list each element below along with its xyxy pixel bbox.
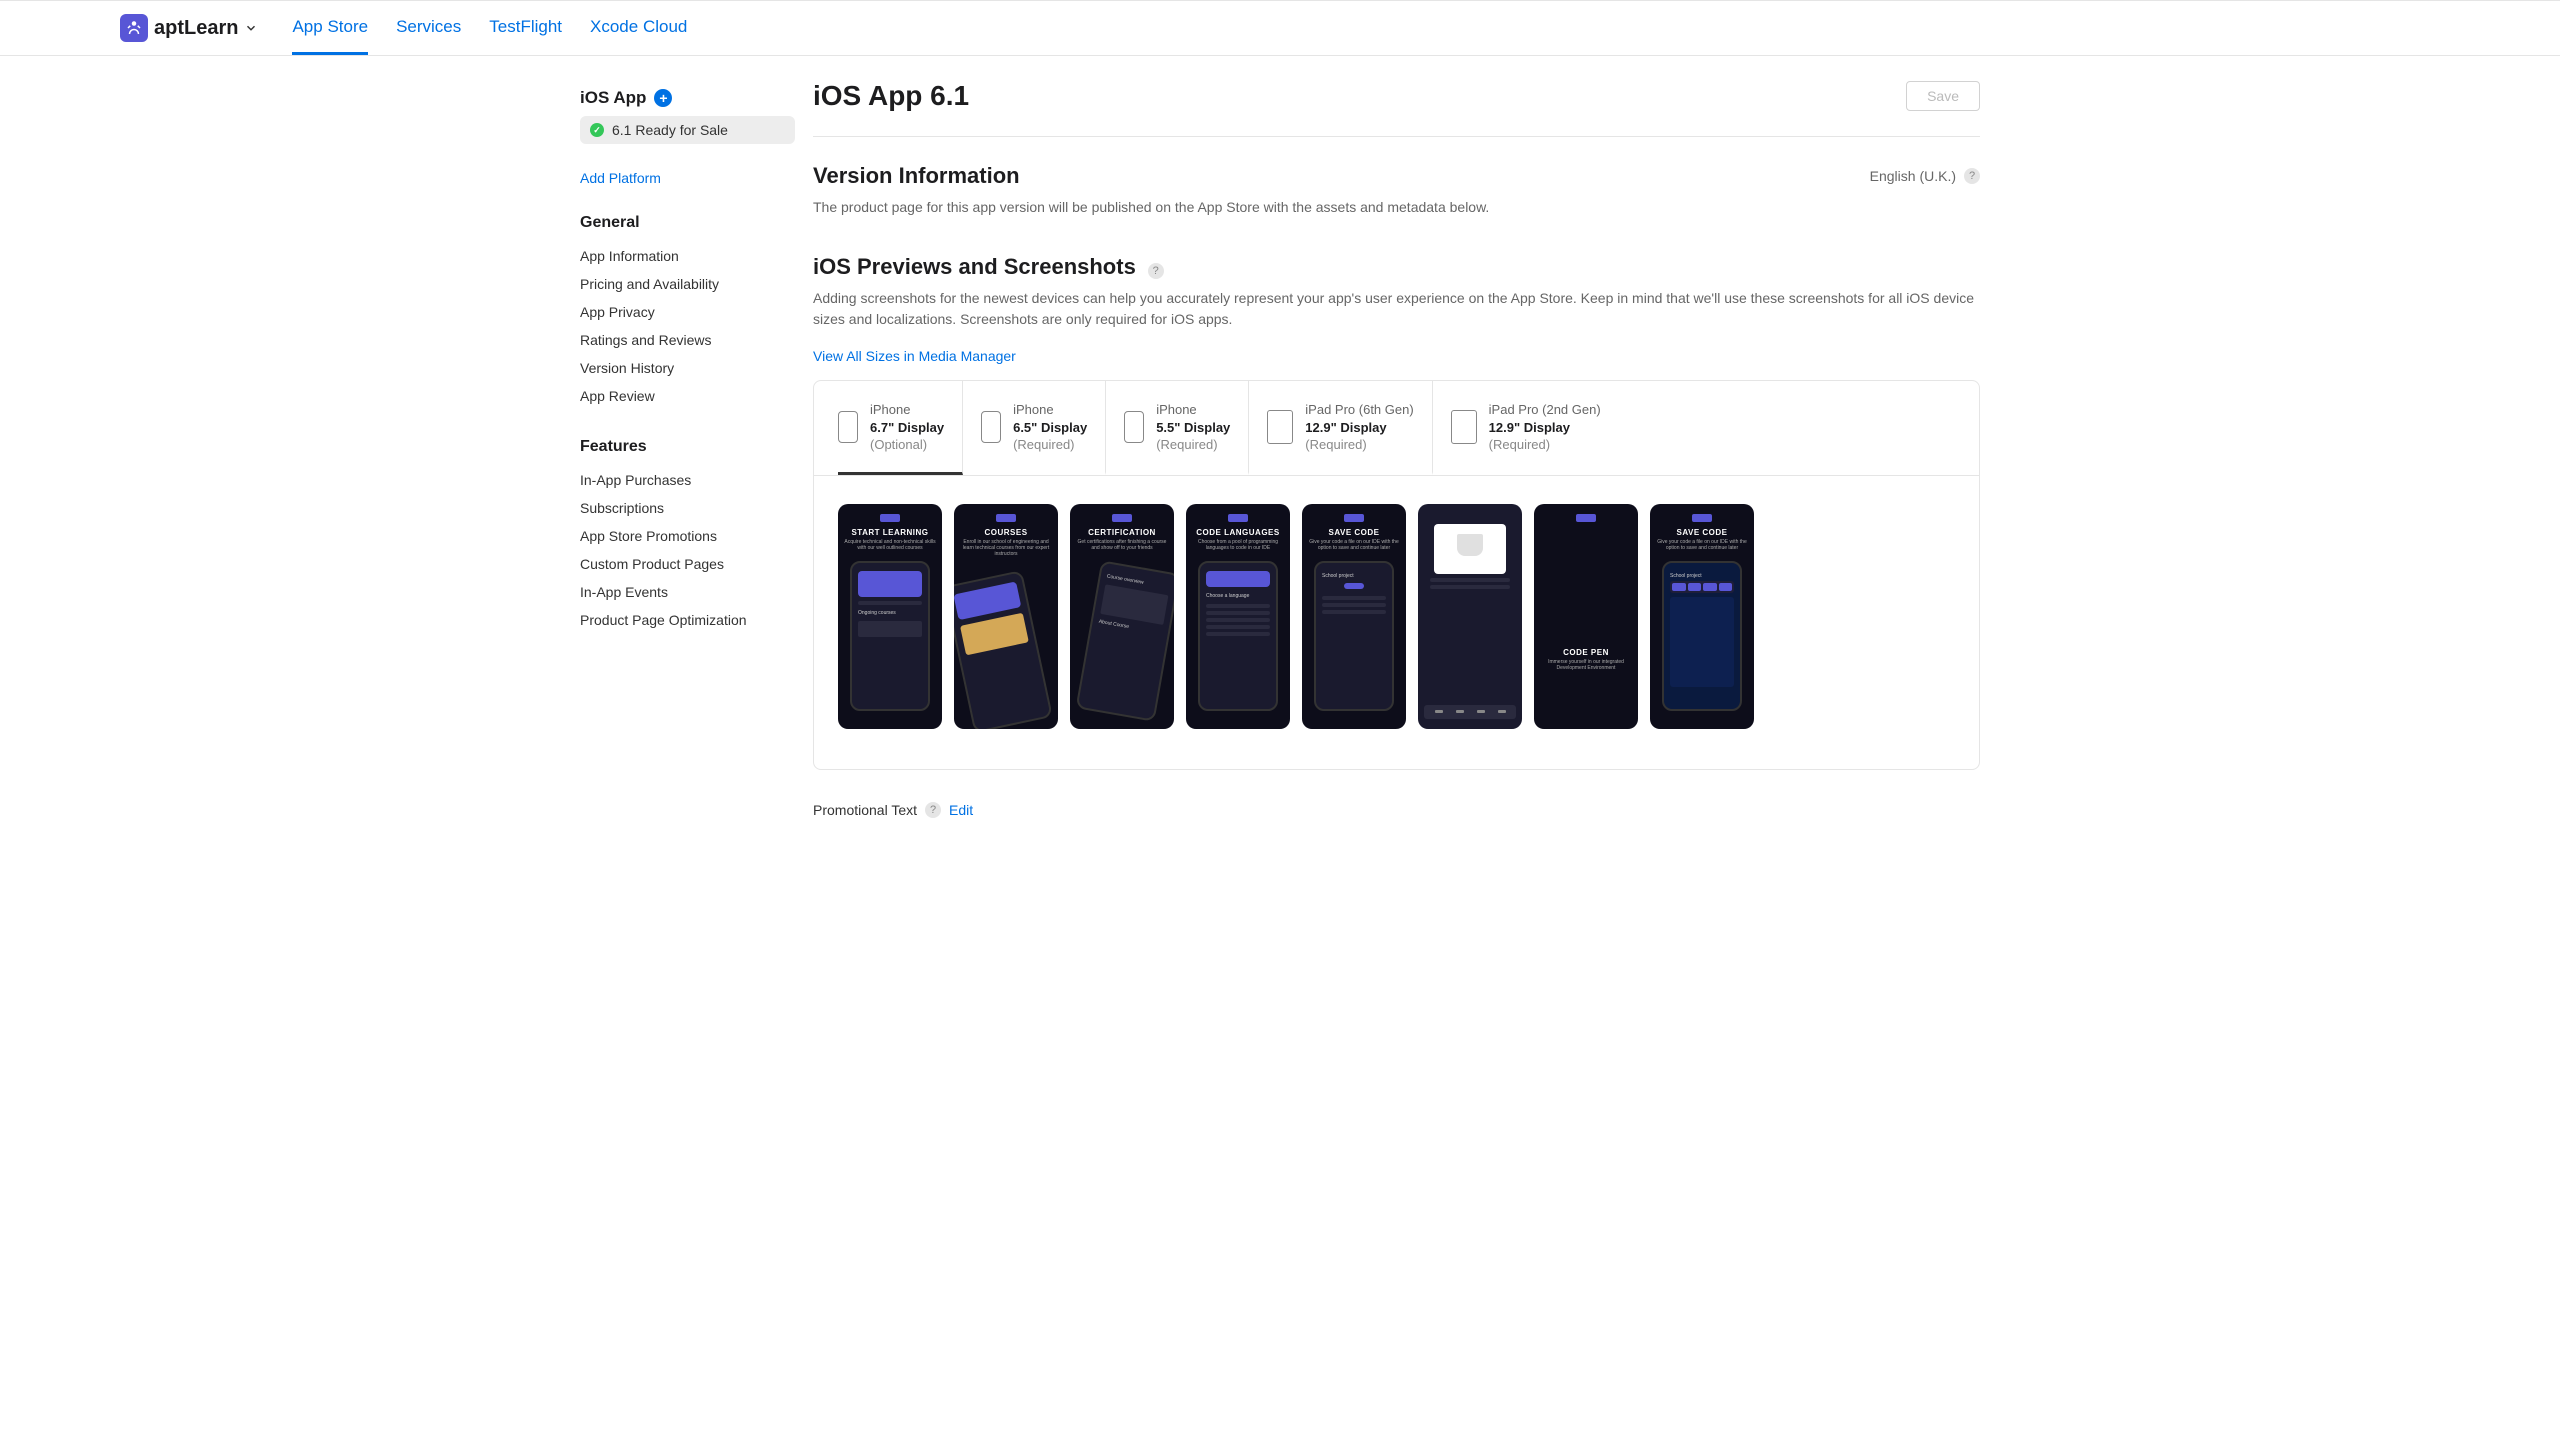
device-icon bbox=[1124, 411, 1144, 443]
sidebar-item-version-history[interactable]: Version History bbox=[580, 354, 795, 382]
add-platform-link[interactable]: Add Platform bbox=[580, 170, 795, 186]
media-manager-link[interactable]: View All Sizes in Media Manager bbox=[813, 348, 1016, 364]
sidebar-item-ratings[interactable]: Ratings and Reviews bbox=[580, 326, 795, 354]
device-card: iPhone 6.7" Display (Optional) iPhone 6.… bbox=[813, 380, 1980, 770]
sidebar-app-header: iOS App + bbox=[580, 84, 795, 112]
sidebar-item-app-review[interactable]: App Review bbox=[580, 382, 795, 410]
previews-title: iOS Previews and Screenshots bbox=[813, 254, 1136, 279]
nav-tabs: App Store Services TestFlight Xcode Clou… bbox=[292, 1, 687, 55]
edit-link[interactable]: Edit bbox=[949, 802, 973, 818]
version-info-title: Version Information bbox=[813, 163, 1020, 189]
version-status: 6.1 Ready for Sale bbox=[612, 122, 728, 138]
previews-desc: Adding screenshots for the newest device… bbox=[813, 288, 1980, 330]
device-tab-iphone-55[interactable]: iPhone 5.5" Display (Required) bbox=[1124, 381, 1249, 475]
tab-testflight[interactable]: TestFlight bbox=[489, 1, 562, 55]
version-row[interactable]: 6.1 Ready for Sale bbox=[580, 116, 795, 144]
screenshot-thumb[interactable]: START LEARNING Acquire technical and non… bbox=[838, 504, 942, 729]
device-icon bbox=[981, 411, 1001, 443]
screenshot-thumb[interactable]: COURSES Enroll in our school of engineer… bbox=[954, 504, 1058, 729]
general-header: General bbox=[580, 214, 795, 232]
screenshot-thumb[interactable]: SAVE CODE Give your code a file on our I… bbox=[1302, 504, 1406, 729]
tab-services[interactable]: Services bbox=[396, 1, 461, 55]
device-icon bbox=[1451, 410, 1477, 444]
help-icon[interactable]: ? bbox=[1148, 263, 1164, 279]
sidebar-item-pricing[interactable]: Pricing and Availability bbox=[580, 270, 795, 298]
screenshot-thumb[interactable]: CERTIFICATION Get certifications after f… bbox=[1070, 504, 1174, 729]
screenshot-thumb[interactable]: CODE PEN Immerse yourself in our integra… bbox=[1534, 504, 1638, 729]
app-name: aptLearn bbox=[154, 17, 238, 40]
sidebar: iOS App + 6.1 Ready for Sale Add Platfor… bbox=[580, 56, 795, 858]
device-tab-iphone-67[interactable]: iPhone 6.7" Display (Optional) bbox=[838, 381, 963, 475]
add-version-button[interactable]: + bbox=[654, 89, 672, 107]
save-button[interactable]: Save bbox=[1906, 81, 1980, 111]
sidebar-item-app-information[interactable]: App Information bbox=[580, 242, 795, 270]
help-icon[interactable]: ? bbox=[925, 802, 941, 818]
device-icon bbox=[1267, 410, 1293, 444]
status-ready-icon bbox=[590, 123, 604, 137]
help-icon[interactable]: ? bbox=[1964, 168, 1980, 184]
sidebar-app-label: iOS App bbox=[580, 88, 646, 108]
features-header: Features bbox=[580, 438, 795, 456]
screenshot-thumb[interactable]: SAVE CODE Give your code a file on our I… bbox=[1650, 504, 1754, 729]
page-title: iOS App 6.1 bbox=[813, 80, 969, 112]
device-tab-ipad-2gen[interactable]: iPad Pro (2nd Gen) 12.9" Display (Requir… bbox=[1451, 381, 1619, 475]
topbar: aptLearn App Store Services TestFlight X… bbox=[0, 0, 2560, 56]
sidebar-item-events[interactable]: In-App Events bbox=[580, 578, 795, 606]
sidebar-item-custom-pages[interactable]: Custom Product Pages bbox=[580, 550, 795, 578]
main: iOS App 6.1 Save Version Information Eng… bbox=[795, 56, 1980, 858]
device-tab-iphone-65[interactable]: iPhone 6.5" Display (Required) bbox=[981, 381, 1106, 475]
sidebar-item-iap[interactable]: In-App Purchases bbox=[580, 466, 795, 494]
screenshot-thumb[interactable] bbox=[1418, 504, 1522, 729]
promo-row: Promotional Text ? Edit bbox=[813, 802, 1980, 818]
device-icon bbox=[838, 411, 858, 443]
version-info-header: Version Information English (U.K.) ? bbox=[813, 163, 1980, 189]
sidebar-item-subscriptions[interactable]: Subscriptions bbox=[580, 494, 795, 522]
previews-section: iOS Previews and Screenshots ? Adding sc… bbox=[813, 254, 1980, 770]
version-info-desc: The product page for this app version wi… bbox=[813, 197, 1980, 218]
promo-label: Promotional Text bbox=[813, 802, 917, 818]
device-tabs: iPhone 6.7" Display (Optional) iPhone 6.… bbox=[814, 381, 1979, 476]
screenshot-thumb[interactable]: CODE LANGUAGES Choose from a pool of pro… bbox=[1186, 504, 1290, 729]
sidebar-item-promotions[interactable]: App Store Promotions bbox=[580, 522, 795, 550]
device-tab-ipad-6gen[interactable]: iPad Pro (6th Gen) 12.9" Display (Requir… bbox=[1267, 381, 1432, 475]
tab-xcode-cloud[interactable]: Xcode Cloud bbox=[590, 1, 687, 55]
screenshots-row[interactable]: START LEARNING Acquire technical and non… bbox=[814, 476, 1979, 769]
tab-app-store[interactable]: App Store bbox=[292, 1, 368, 55]
app-logo-icon bbox=[120, 14, 148, 42]
language-selector[interactable]: English (U.K.) ? bbox=[1870, 168, 1980, 184]
chevron-down-icon bbox=[244, 21, 258, 35]
app-switcher[interactable]: aptLearn bbox=[120, 14, 258, 42]
language-label: English (U.K.) bbox=[1870, 168, 1956, 184]
title-row: iOS App 6.1 Save bbox=[813, 80, 1980, 137]
sidebar-item-privacy[interactable]: App Privacy bbox=[580, 298, 795, 326]
sidebar-item-page-opt[interactable]: Product Page Optimization bbox=[580, 606, 795, 634]
